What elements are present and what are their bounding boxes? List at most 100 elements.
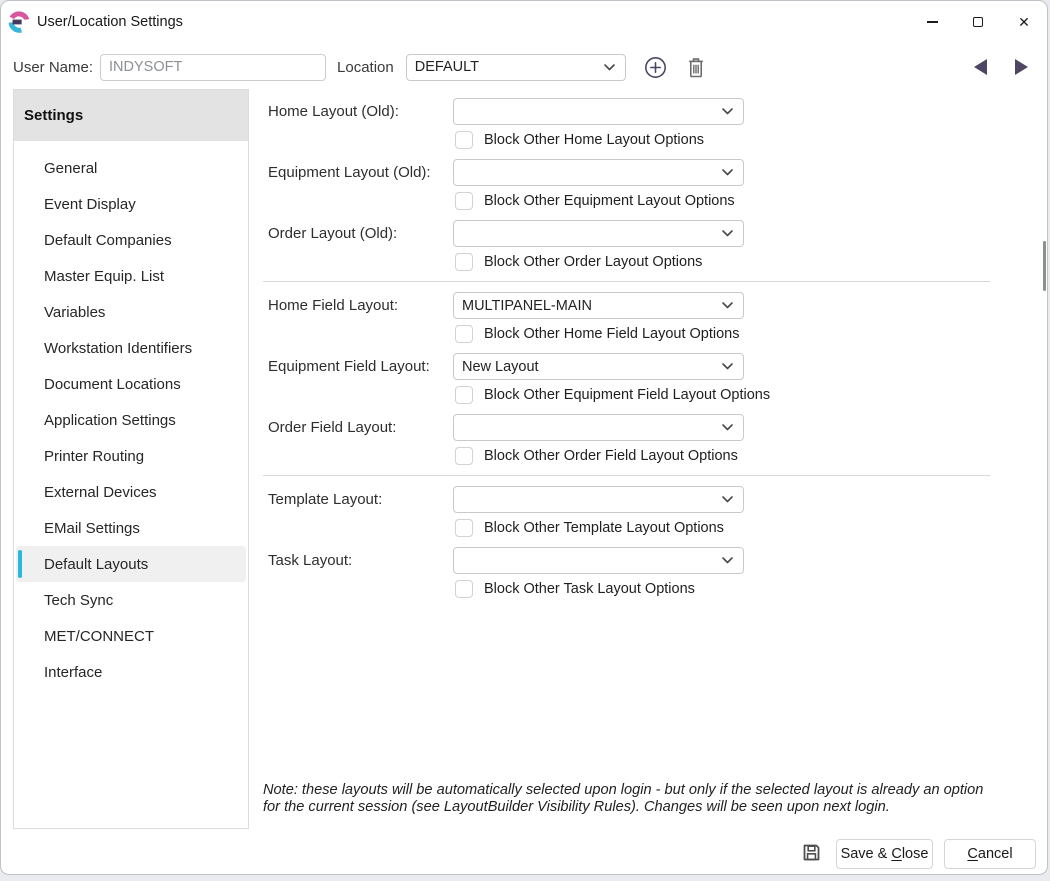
- previous-record-button[interactable]: [974, 59, 987, 75]
- chevron-down-icon: [721, 362, 734, 371]
- location-label: Location: [337, 59, 394, 76]
- sidebar-item-general[interactable]: General: [16, 150, 246, 186]
- block-other-equipment-layout-checkbox[interactable]: [455, 192, 473, 210]
- sidebar-item-label: Workstation Identifiers: [44, 340, 192, 357]
- checkbox-label: Block Other Home Layout Options: [484, 132, 704, 148]
- sidebar-item-workstation-identifiers[interactable]: Workstation Identifiers: [16, 330, 246, 366]
- sidebar-item-label: EMail Settings: [44, 520, 140, 537]
- location-dropdown[interactable]: DEFAULT: [406, 54, 626, 81]
- selected-accent-bar: [18, 550, 22, 578]
- delete-location-button[interactable]: [685, 56, 707, 79]
- location-dropdown-value: DEFAULT: [415, 59, 479, 75]
- chevron-down-icon: [603, 63, 616, 72]
- button-accel: C: [967, 846, 977, 862]
- chevron-down-icon: [721, 556, 734, 565]
- app-logo-icon: [8, 11, 30, 33]
- home-layout-old-dropdown[interactable]: [453, 98, 744, 125]
- chevron-down-icon: [721, 168, 734, 177]
- window-controls: ✕: [909, 1, 1047, 43]
- block-other-home-field-layout-checkbox[interactable]: [455, 325, 473, 343]
- group-separator: [263, 475, 990, 476]
- sidebar-item-label: Document Locations: [44, 376, 181, 393]
- checkbox-label: Block Other Equipment Layout Options: [484, 193, 735, 209]
- chevron-down-icon: [721, 107, 734, 116]
- block-other-order-layout-checkbox[interactable]: [455, 253, 473, 271]
- vertical-scrollbar-thumb[interactable]: [1043, 241, 1046, 291]
- maximize-button[interactable]: [955, 1, 1001, 43]
- home-field-layout-field: Home Field Layout: MULTIPANEL-MAIN Block…: [263, 292, 990, 344]
- sidebar-item-label: Master Equip. List: [44, 268, 164, 285]
- block-other-task-layout-checkbox[interactable]: [455, 580, 473, 598]
- sidebar-item-label: General: [44, 160, 97, 177]
- save-and-close-button[interactable]: Save & Close: [836, 839, 933, 869]
- chevron-down-icon: [721, 423, 734, 432]
- save-button[interactable]: [801, 842, 822, 863]
- sidebar-item-external-devices[interactable]: External Devices: [16, 474, 246, 510]
- checkbox-label: Block Other Order Field Layout Options: [484, 448, 738, 464]
- next-record-button[interactable]: [1015, 59, 1028, 75]
- toolbar: User Name: Location DEFAULT: [1, 45, 1047, 89]
- order-layout-old-dropdown[interactable]: [453, 220, 744, 247]
- checkbox-label: Block Other Template Layout Options: [484, 520, 724, 536]
- home-layout-old-label: Home Layout (Old):: [263, 103, 453, 120]
- template-layout-dropdown[interactable]: [453, 486, 744, 513]
- old-layouts-group: Home Layout (Old): Block Other Home Layo…: [263, 98, 990, 272]
- sidebar-item-met-connect[interactable]: MET/CONNECT: [16, 618, 246, 654]
- template-layout-field: Template Layout: Block Other Template La…: [263, 486, 990, 538]
- sidebar-item-label: Printer Routing: [44, 448, 144, 465]
- settings-sidebar: Settings General Event Display Default C…: [13, 89, 249, 829]
- equipment-layout-old-field: Equipment Layout (Old): Block Other Equi…: [263, 159, 990, 211]
- sidebar-item-master-equip-list[interactable]: Master Equip. List: [16, 258, 246, 294]
- sidebar-list: General Event Display Default Companies …: [14, 141, 248, 690]
- block-other-template-layout-checkbox[interactable]: [455, 519, 473, 537]
- block-other-home-layout-checkbox[interactable]: [455, 131, 473, 149]
- task-layout-dropdown[interactable]: [453, 547, 744, 574]
- sidebar-item-label: Event Display: [44, 196, 136, 213]
- equipment-layout-old-dropdown[interactable]: [453, 159, 744, 186]
- block-other-equipment-field-layout-checkbox[interactable]: [455, 386, 473, 404]
- group-separator: [263, 281, 990, 282]
- button-label-part: ancel: [978, 846, 1013, 862]
- order-field-layout-dropdown[interactable]: [453, 414, 744, 441]
- sidebar-item-application-settings[interactable]: Application Settings: [16, 402, 246, 438]
- floppy-disk-icon: [801, 842, 822, 863]
- default-layouts-panel: Home Layout (Old): Block Other Home Layo…: [263, 89, 990, 608]
- sidebar-item-printer-routing[interactable]: Printer Routing: [16, 438, 246, 474]
- user-location-settings-window: User/Location Settings ✕ User Name: Loca…: [0, 0, 1048, 875]
- checkbox-label: Block Other Home Field Layout Options: [484, 326, 739, 342]
- cancel-button[interactable]: Cancel: [944, 839, 1036, 869]
- sidebar-item-variables[interactable]: Variables: [16, 294, 246, 330]
- checkbox-label: Block Other Equipment Field Layout Optio…: [484, 387, 770, 403]
- button-label-part: Save &: [841, 846, 892, 862]
- sidebar-item-interface[interactable]: Interface: [16, 654, 246, 690]
- order-field-layout-label: Order Field Layout:: [263, 419, 453, 436]
- layouts-note: Note: these layouts will be automaticall…: [263, 782, 991, 816]
- chevron-down-icon: [721, 229, 734, 238]
- equipment-layout-old-label: Equipment Layout (Old):: [263, 164, 453, 181]
- home-layout-old-field: Home Layout (Old): Block Other Home Layo…: [263, 98, 990, 150]
- close-button[interactable]: ✕: [1001, 1, 1047, 43]
- user-name-input[interactable]: [100, 54, 326, 81]
- sidebar-item-email-settings[interactable]: EMail Settings: [16, 510, 246, 546]
- add-location-button[interactable]: [643, 55, 668, 80]
- minimize-button[interactable]: [909, 1, 955, 43]
- sidebar-item-label: Variables: [44, 304, 105, 321]
- sidebar-item-event-display[interactable]: Event Display: [16, 186, 246, 222]
- home-field-layout-label: Home Field Layout:: [263, 297, 453, 314]
- sidebar-item-document-locations[interactable]: Document Locations: [16, 366, 246, 402]
- sidebar-item-default-layouts[interactable]: Default Layouts: [16, 546, 246, 582]
- trash-icon: [685, 56, 707, 79]
- template-task-group: Template Layout: Block Other Template La…: [263, 486, 990, 599]
- home-field-layout-dropdown[interactable]: MULTIPANEL-MAIN: [453, 292, 744, 319]
- block-other-order-field-layout-checkbox[interactable]: [455, 447, 473, 465]
- checkbox-label: Block Other Task Layout Options: [484, 581, 695, 597]
- sidebar-item-tech-sync[interactable]: Tech Sync: [16, 582, 246, 618]
- sidebar-item-default-companies[interactable]: Default Companies: [16, 222, 246, 258]
- sidebar-header: Settings: [14, 90, 248, 141]
- record-navigation: [974, 59, 1028, 75]
- sidebar-item-label: Application Settings: [44, 412, 176, 429]
- button-accel: C: [891, 846, 901, 862]
- equipment-field-layout-dropdown[interactable]: New Layout: [453, 353, 744, 380]
- dropdown-value: New Layout: [462, 359, 539, 375]
- checkbox-label: Block Other Order Layout Options: [484, 254, 702, 270]
